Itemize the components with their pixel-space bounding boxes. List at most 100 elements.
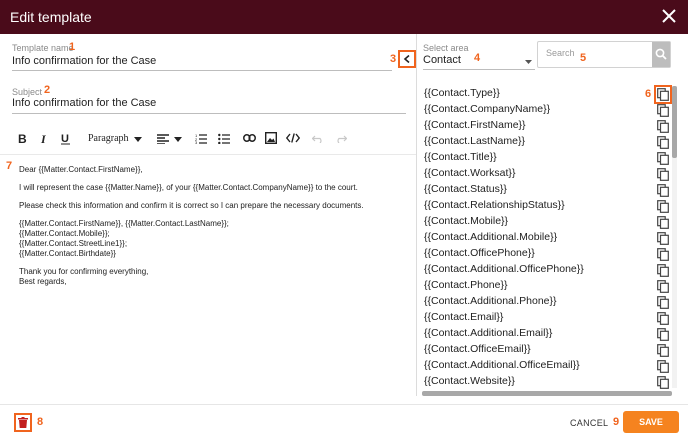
svg-text:I: I — [40, 132, 47, 144]
copy-field-button[interactable] — [657, 280, 669, 293]
collapse-panel-button[interactable] — [398, 50, 416, 68]
field-placeholder-text[interactable]: {{Contact.CompanyName}} — [424, 103, 550, 115]
redo-button[interactable] — [335, 135, 347, 143]
footer-divider — [0, 404, 688, 405]
annotation-7: 7 — [6, 160, 13, 172]
annotation-9: 9 — [613, 416, 620, 428]
field-placeholder-text[interactable]: {{Contact.Title}} — [424, 151, 497, 163]
subject-field[interactable]: Info confirmation for the Case — [12, 97, 156, 109]
copy-field-button[interactable] — [657, 152, 669, 165]
copy-icon — [657, 184, 669, 197]
copy-icon — [657, 136, 669, 149]
copy-field-button[interactable] — [657, 216, 669, 229]
copy-field-button[interactable] — [657, 264, 669, 277]
copy-field-button[interactable] — [657, 248, 669, 261]
subject-underline — [12, 113, 406, 114]
field-list-item: {{Contact.Additional.OfficePhone}} — [424, 262, 674, 278]
paragraph-dropdown-icon — [134, 137, 142, 142]
template-name-field[interactable]: Info confirmation for the Case — [12, 55, 156, 67]
select-area-value[interactable]: Contact — [423, 54, 461, 66]
field-placeholder-text[interactable]: {{Contact.Website}} — [424, 375, 515, 387]
template-body-editor[interactable]: Dear {{Matter.Contact.FirstName}}, I wil… — [19, 165, 409, 295]
annotation-5: 5 — [580, 52, 587, 64]
field-list-item: {{Contact.Additional.Email}} — [424, 326, 674, 342]
bullet-list-icon — [218, 133, 230, 144]
image-button[interactable] — [265, 132, 277, 144]
align-button[interactable] — [157, 134, 169, 144]
italic-icon: I — [40, 132, 47, 144]
field-list-item: {{Contact.Mobile}} — [424, 214, 674, 230]
field-placeholder-text[interactable]: {{Contact.Mobile}} — [424, 215, 508, 227]
copy-field-button[interactable] — [657, 232, 669, 245]
source-code-button[interactable] — [286, 133, 300, 143]
field-placeholder-text[interactable]: {{Contact.Email}} — [424, 311, 503, 323]
annotation-8: 8 — [37, 416, 44, 428]
annotation-2: 2 — [44, 84, 51, 96]
link-button[interactable] — [243, 134, 256, 142]
copy-field-button[interactable] — [657, 344, 669, 357]
copy-field-button[interactable] — [657, 328, 669, 341]
copy-field-button[interactable] — [657, 312, 669, 325]
copy-icon — [657, 376, 669, 389]
field-list-horizontal-scrollbar[interactable] — [422, 391, 672, 396]
search-icon — [655, 48, 667, 60]
copy-field-button[interactable] — [657, 360, 669, 373]
field-placeholder-text[interactable]: {{Contact.FirstName}} — [424, 119, 526, 131]
field-list-item: {{Contact.Status}} — [424, 182, 674, 198]
field-placeholder-text[interactable]: {{Contact.Additional.OfficeEmail}} — [424, 359, 580, 371]
field-placeholder-text[interactable]: {{Contact.Status}} — [424, 183, 507, 195]
bold-button[interactable]: B — [18, 132, 28, 144]
save-button[interactable]: SAVE — [623, 411, 679, 433]
underline-icon: U — [61, 133, 70, 145]
field-placeholder-text[interactable]: {{Contact.Worksat}} — [424, 167, 515, 179]
copy-icon — [657, 104, 669, 117]
undo-icon — [312, 135, 322, 143]
delete-template-button[interactable] — [14, 413, 32, 432]
field-placeholder-text[interactable]: {{Contact.LastName}} — [424, 135, 525, 147]
copy-icon — [657, 264, 669, 277]
copy-icon — [657, 168, 669, 181]
search-input[interactable] — [546, 48, 646, 58]
image-icon — [265, 132, 277, 144]
field-list-scrollbar[interactable] — [672, 86, 677, 388]
copy-field-button[interactable] — [657, 120, 669, 133]
numbered-list-button[interactable]: 123 — [195, 133, 207, 144]
field-list-scroll-thumb[interactable] — [672, 86, 677, 158]
bullet-list-button[interactable] — [218, 133, 230, 144]
copy-field-button[interactable] — [654, 85, 672, 104]
field-placeholder-text[interactable]: {{Contact.RelationshipStatus}} — [424, 199, 565, 211]
copy-field-button[interactable] — [657, 296, 669, 309]
numbered-list-icon: 123 — [195, 133, 207, 144]
area-dropdown-icon[interactable] — [525, 60, 532, 64]
copy-field-button[interactable] — [657, 184, 669, 197]
field-list: {{Contact.Type}} {{Contact.CompanyName}} {… — [424, 85, 674, 390]
copy-field-button[interactable] — [657, 200, 669, 213]
undo-button[interactable] — [312, 135, 324, 143]
copy-field-button[interactable] — [657, 168, 669, 181]
paragraph-select[interactable]: Paragraph — [88, 133, 129, 144]
field-placeholder-text[interactable]: {{Contact.Additional.Mobile}} — [424, 231, 557, 243]
field-placeholder-text[interactable]: {{Contact.Phone}} — [424, 279, 508, 291]
annotation-1: 1 — [69, 41, 76, 53]
editor-toolbar: B I U Paragraph 123 — [0, 127, 416, 155]
field-placeholder-text[interactable]: {{Contact.Additional.Email}} — [424, 327, 552, 339]
copy-field-button[interactable] — [657, 376, 669, 389]
cancel-button[interactable]: CANCEL — [570, 418, 608, 428]
field-list-item: {{Contact.Additional.OfficeEmail}} — [424, 358, 674, 374]
italic-button[interactable]: I — [40, 132, 50, 144]
link-icon — [243, 134, 256, 142]
select-area-label: Select area — [423, 43, 469, 53]
copy-field-button[interactable] — [657, 136, 669, 149]
edit-template-dialog: Edit template Template name 1 Info confi… — [0, 0, 688, 440]
underline-button[interactable]: U — [61, 132, 71, 145]
template-name-label: Template name — [12, 43, 74, 53]
field-placeholder-text[interactable]: {{Contact.Additional.OfficePhone}} — [424, 263, 584, 275]
copy-field-button[interactable] — [657, 104, 669, 117]
redo-icon — [337, 135, 347, 143]
field-placeholder-text[interactable]: {{Contact.Type}} — [424, 87, 500, 99]
close-icon[interactable] — [660, 7, 678, 25]
field-placeholder-text[interactable]: {{Contact.OfficePhone}} — [424, 247, 535, 259]
field-placeholder-text[interactable]: {{Contact.OfficeEmail}} — [424, 343, 531, 355]
search-button[interactable] — [652, 42, 670, 67]
field-placeholder-text[interactable]: {{Contact.Additional.Phone}} — [424, 295, 557, 307]
